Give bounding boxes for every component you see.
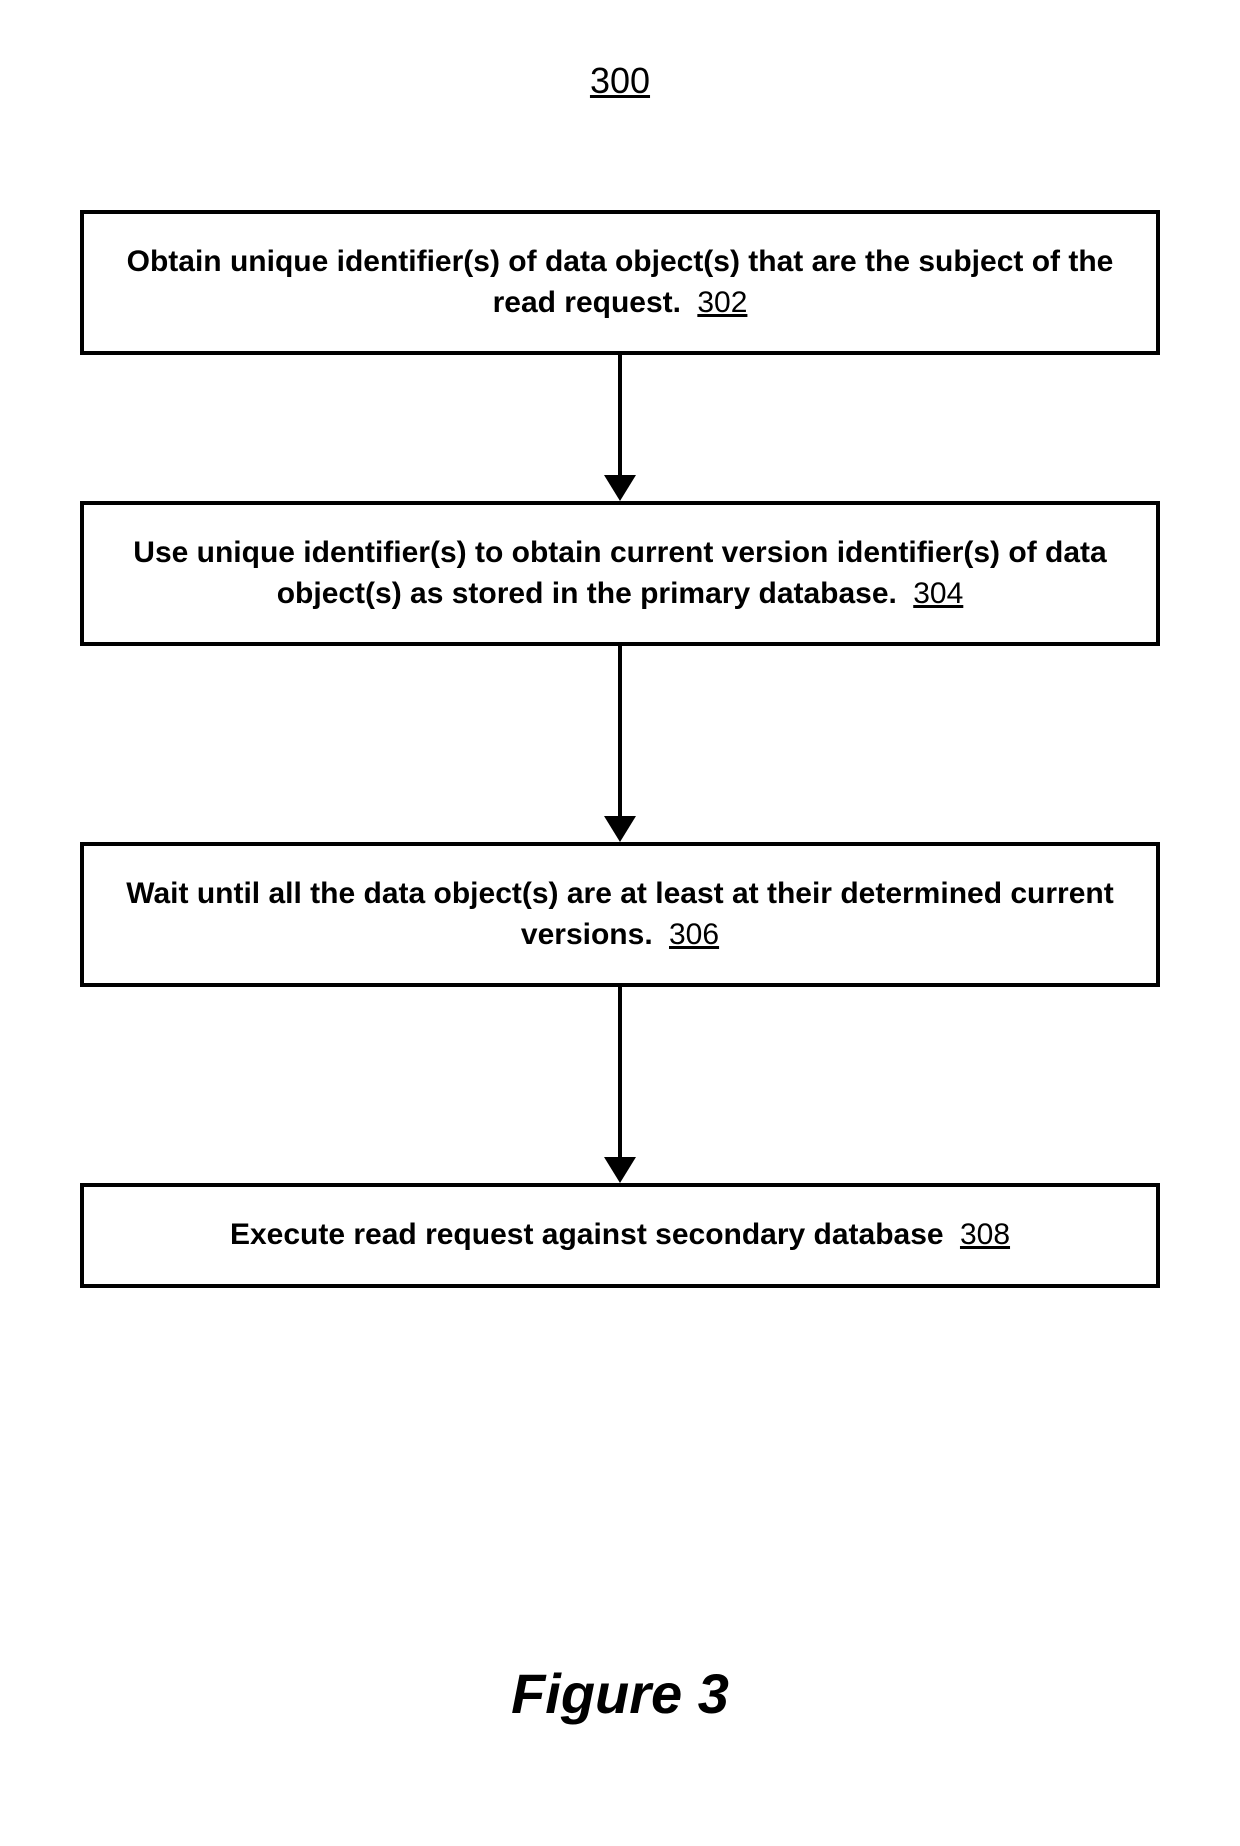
step-text: Execute read request against secondary d… [230,1218,944,1251]
arrow-head [604,475,636,501]
flow-step: Execute read request against secondary d… [80,1183,1160,1288]
flow-step: Obtain unique identifier(s) of data obje… [80,210,1160,355]
step-text: Obtain unique identifier(s) of data obje… [127,245,1114,319]
arrow-down-icon [604,355,636,501]
step-ref: 304 [913,577,963,610]
figure-caption: Figure 3 [0,1661,1240,1726]
arrow-head [604,1157,636,1183]
figure-number: 300 [0,60,1240,102]
arrow-down-icon [604,646,636,842]
step-ref: 306 [669,918,719,951]
arrow-shaft [618,355,622,475]
flow-step: Use unique identifier(s) to obtain curre… [80,501,1160,646]
step-text: Wait until all the data object(s) are at… [126,877,1113,951]
page: 300 Obtain unique identifier(s) of data … [0,0,1240,1846]
arrow-head [604,816,636,842]
step-ref: 308 [960,1218,1010,1251]
arrow-down-icon [604,987,636,1183]
flowchart: Obtain unique identifier(s) of data obje… [80,210,1160,1288]
arrow-shaft [618,987,622,1157]
flow-step: Wait until all the data object(s) are at… [80,842,1160,987]
step-ref: 302 [697,286,747,319]
arrow-shaft [618,646,622,816]
